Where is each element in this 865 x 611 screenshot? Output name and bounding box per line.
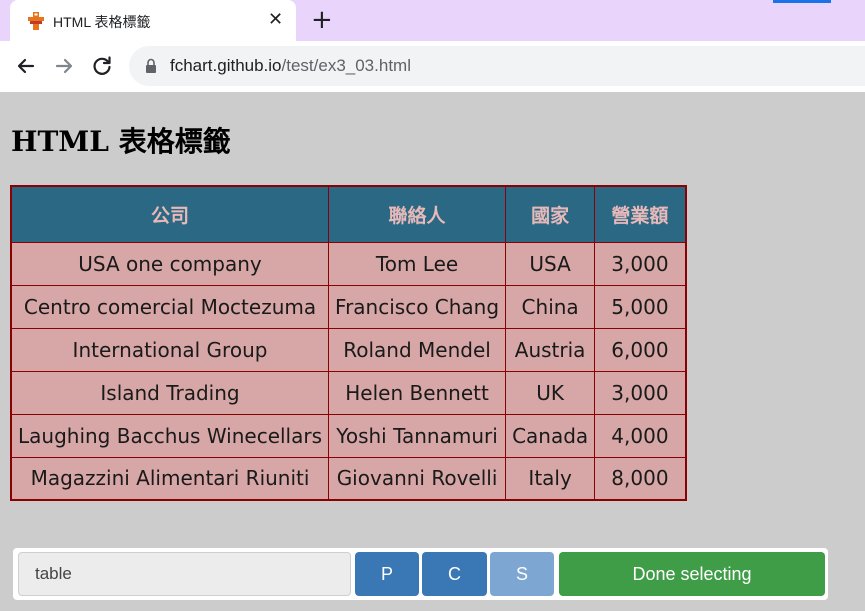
cell-country: Italy — [505, 456, 596, 501]
cell-contact: Yoshi Tannamuri — [328, 413, 507, 458]
url-text: fchart.github.io/test/ex3_03.html — [170, 56, 411, 76]
table-row: Laughing Bacchus Winecellars Yoshi Tanna… — [10, 413, 687, 458]
cell-revenue: 8,000 — [594, 456, 687, 501]
cell-contact: Helen Bennett — [328, 370, 507, 415]
reload-icon[interactable] — [89, 53, 115, 79]
header-company: 公司 — [10, 185, 330, 243]
header-revenue: 營業額 — [594, 185, 687, 243]
cell-country: Canada — [505, 413, 596, 458]
p-button[interactable]: P — [355, 552, 419, 596]
cell-company: Laughing Bacchus Winecellars — [10, 413, 330, 458]
header-contact: 聯絡人 — [328, 185, 507, 243]
cell-country: UK — [505, 370, 596, 415]
cell-contact: Giovanni Rovelli — [328, 456, 507, 501]
header-country: 國家 — [505, 185, 596, 243]
table-row: Centro comercial Moctezuma Francisco Cha… — [10, 284, 687, 329]
address-bar[interactable]: fchart.github.io/test/ex3_03.html — [129, 46, 865, 86]
tab-close-icon[interactable]: ✕ — [268, 9, 283, 31]
tab-title: HTML 表格標籤 — [53, 14, 151, 30]
table-header-row: 公司 聯絡人 國家 營業額 — [10, 185, 687, 243]
cell-revenue: 3,000 — [594, 370, 687, 415]
arrow-right-icon[interactable] — [51, 53, 77, 79]
url-path: /test/ex3_03.html — [281, 56, 411, 75]
done-selecting-button[interactable]: Done selecting — [559, 552, 825, 596]
selector-input[interactable]: table — [18, 552, 351, 596]
cell-revenue: 3,000 — [594, 241, 687, 286]
new-tab-button[interactable]: + — [311, 7, 333, 33]
tab-strip: HTML 表格標籤 ✕ + — [0, 0, 865, 41]
cell-company: Island Trading — [10, 370, 330, 415]
cell-country: Austria — [505, 327, 596, 372]
arrow-left-icon[interactable] — [13, 53, 39, 79]
company-table: 公司 聯絡人 國家 營業額 USA one company Tom Lee US… — [10, 185, 687, 501]
page-title: HTML 表格標籤 — [11, 125, 231, 158]
lock-icon[interactable] — [145, 58, 157, 74]
cell-contact: Roland Mendel — [328, 327, 507, 372]
browser-toolbar: fchart.github.io/test/ex3_03.html — [0, 41, 865, 92]
cell-company: International Group — [10, 327, 330, 372]
url-host: fchart.github.io — [170, 56, 282, 75]
c-button[interactable]: C — [422, 552, 487, 596]
cell-company: Magazzini Alimentari Riuniti — [10, 456, 330, 501]
window-accent — [773, 0, 831, 3]
fchart-favicon-icon — [28, 12, 44, 30]
cell-revenue: 4,000 — [594, 413, 687, 458]
cell-country: China — [505, 284, 596, 329]
selector-gadget-bar: table P C S Done selecting — [13, 548, 828, 600]
browser-tab[interactable]: HTML 表格標籤 ✕ — [10, 0, 296, 41]
cell-company: USA one company — [10, 241, 330, 286]
table-row: Magazzini Alimentari Riuniti Giovanni Ro… — [10, 456, 687, 501]
table-row: USA one company Tom Lee USA 3,000 — [10, 241, 687, 286]
cell-company: Centro comercial Moctezuma — [10, 284, 330, 329]
table-row: International Group Roland Mendel Austri… — [10, 327, 687, 372]
s-button[interactable]: S — [490, 552, 554, 596]
cell-contact: Tom Lee — [328, 241, 507, 286]
cell-country: USA — [505, 241, 596, 286]
cell-revenue: 6,000 — [594, 327, 687, 372]
table-row: Island Trading Helen Bennett UK 3,000 — [10, 370, 687, 415]
cell-contact: Francisco Chang — [328, 284, 507, 329]
cell-revenue: 5,000 — [594, 284, 687, 329]
